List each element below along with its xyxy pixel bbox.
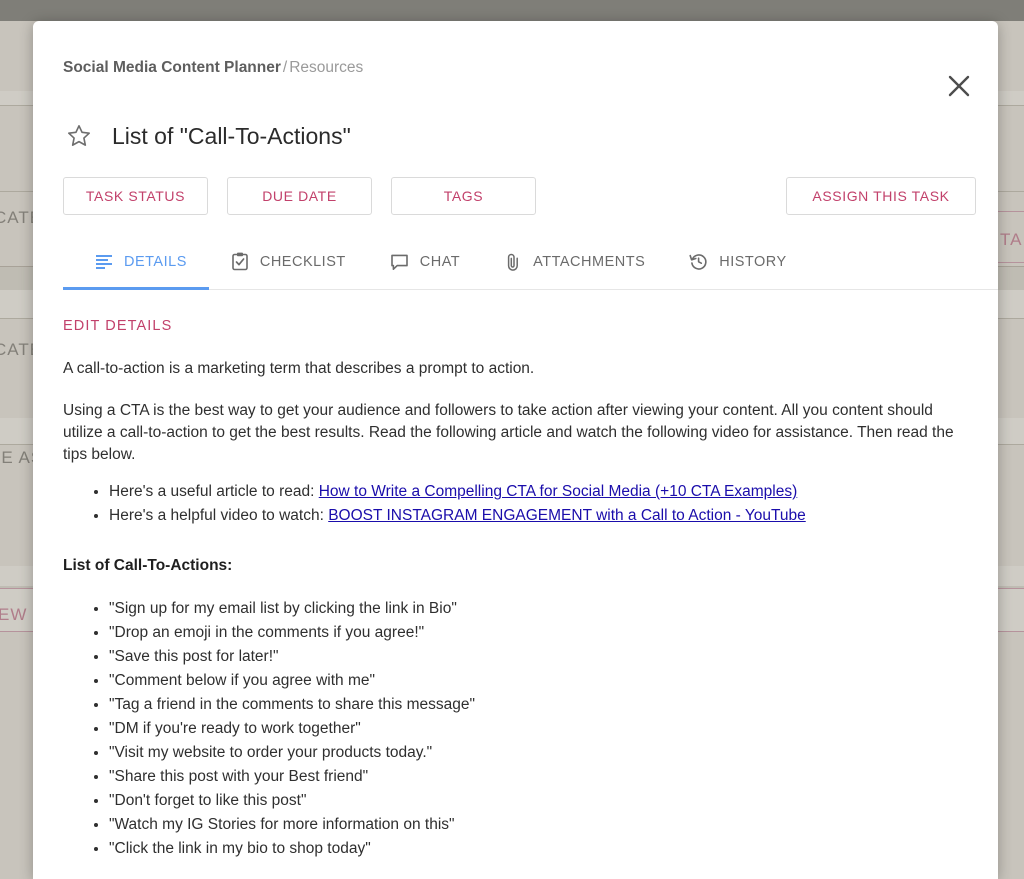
tab-history[interactable]: HISTORY [667,234,808,289]
tab-checklist[interactable]: CHECKLIST [209,234,368,289]
body-paragraph: Using a CTA is the best way to get your … [63,402,954,463]
cta-list-heading: List of Call-To-Actions: [63,557,233,574]
video-link[interactable]: BOOST INSTAGRAM ENGAGEMENT with a Call t… [328,507,806,524]
tab-details-label: DETAILS [124,253,187,270]
breadcrumb-board[interactable]: Social Media Content Planner [63,59,281,76]
list-item: "Visit my website to order your products… [109,741,968,765]
breadcrumb-separator: / [282,59,288,76]
list-item: "DM if you're ready to work together" [109,717,968,741]
article-link[interactable]: How to Write a Compelling CTA for Social… [319,483,798,500]
list-item: "Click the link in my bio to shop today" [109,837,968,861]
intro-paragraph: A call-to-action is a marketing term tha… [63,360,535,377]
tab-history-label: HISTORY [719,253,787,270]
list-item: "Don't forget to like this post" [109,789,968,813]
details-panel: EDIT DETAILS A call-to-action is a marke… [33,290,998,879]
list-item: "Watch my IG Stories for more informatio… [109,813,968,837]
list-item: Here's a useful article to read: How to … [109,480,968,504]
tab-chat[interactable]: CHAT [368,234,482,289]
speech-bubble-icon [390,253,409,271]
clock-history-icon [689,252,708,271]
tab-attachments-label: ATTACHMENTS [533,253,646,270]
lines-icon [95,253,113,271]
breadcrumb: Social Media Content Planner / Resources [63,58,363,78]
tab-checklist-label: CHECKLIST [259,253,346,270]
edit-details-link[interactable]: EDIT DETAILS [63,318,172,334]
list-item: "Drop an emoji in the comments if you ag… [109,621,968,645]
link-prefix: Here's a useful article to read: [109,483,319,500]
close-icon[interactable] [942,69,976,103]
clipboard-check-icon [231,252,249,271]
resource-links-list: Here's a useful article to read: How to … [109,480,968,527]
tab-bar: DETAILS CHECKLIST CHAT ATTACHMENTS HISTO… [63,234,998,290]
cta-items-list: "Sign up for my email list by clicking t… [109,597,968,861]
list-item: "Comment below if you agree with me" [109,669,968,693]
list-item: "Share this post with your Best friend" [109,765,968,789]
list-item: "Sign up for my email list by clicking t… [109,597,968,621]
list-item: Here's a helpful video to watch: BOOST I… [109,504,968,528]
breadcrumb-list[interactable]: Resources [289,59,363,76]
paperclip-icon [504,252,522,272]
tags-button[interactable]: TAGS [391,177,536,215]
task-status-button[interactable]: TASK STATUS [63,177,208,215]
task-detail-modal: Social Media Content Planner / Resources L… [33,21,998,879]
due-date-button[interactable]: DUE DATE [227,177,372,215]
tab-attachments[interactable]: ATTACHMENTS [482,234,667,289]
list-item: "Tag a friend in the comments to share t… [109,693,968,717]
tab-details[interactable]: DETAILS [63,234,209,290]
meta-buttons-row: TASK STATUS DUE DATE TAGS ASSIGN THIS TA… [63,145,976,215]
tab-chat-label: CHAT [419,253,461,270]
assign-this-task-button[interactable]: ASSIGN THIS TASK [786,177,976,215]
link-prefix: Here's a helpful video to watch: [109,506,329,524]
list-item: "Save this post for later!" [109,645,968,669]
